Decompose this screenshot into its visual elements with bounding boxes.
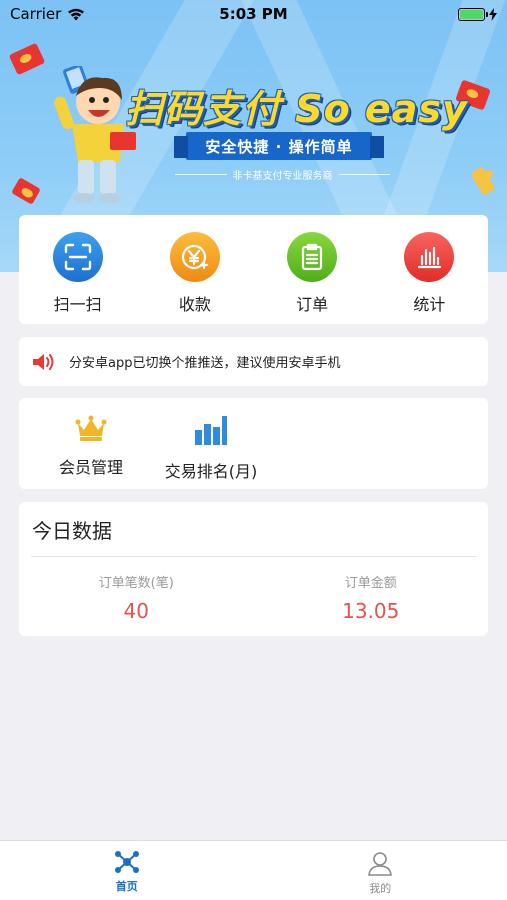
today-title: 今日数据 (32, 518, 112, 543)
action-scan-label: 扫一扫 (53, 295, 102, 314)
stat-order-amount: 订单金额 13.05 (254, 572, 489, 623)
person-icon (368, 852, 393, 876)
today-stats: 订单笔数(笔) 40 订单金额 13.05 (19, 557, 488, 623)
crown-icon (75, 415, 107, 441)
tab-bar: 首页 我的 (0, 840, 507, 900)
notice-card[interactable]: 分安卓app已切换个推推送，建议使用安卓手机 (19, 337, 488, 386)
tab-home[interactable]: 首页 (0, 841, 254, 900)
red-envelope-icon (8, 42, 46, 76)
notice-text: 分安卓app已切换个推推送，建议使用安卓手机 (69, 356, 341, 371)
order-amount-label: 订单金额 (344, 576, 397, 591)
action-orders[interactable]: 订单 (254, 215, 371, 324)
banner-title: 扫码支付 So easy (125, 87, 468, 131)
order-amount-value: 13.05 (342, 599, 400, 623)
banner-subtitle-row: 非卡基支付专业服务商 (175, 166, 390, 182)
banner-subtitle: 非卡基支付专业服务商 (232, 170, 333, 182)
red-envelope-icon (470, 166, 496, 196)
yuan-coin-icon (169, 232, 220, 282)
action-collect-payment[interactable]: 收款 (136, 215, 253, 324)
action-statistics-label: 统计 (413, 295, 446, 314)
tool-transaction-ranking[interactable]: 交易排名(月) (151, 398, 271, 489)
charging-bolt-icon (489, 7, 497, 21)
clipboard-icon (287, 232, 338, 282)
red-envelope-icon (11, 177, 41, 205)
order-count-label: 订单笔数(笔) (98, 576, 174, 591)
today-data-card: 今日数据 订单笔数(笔) 40 订单金额 13.05 (19, 502, 488, 636)
status-left: Carrier (10, 5, 85, 23)
banner-ribbon: 安全快捷 · 操作简单 (174, 132, 384, 160)
tool-member-management[interactable]: 会员管理 (31, 398, 151, 489)
home-network-icon (114, 851, 139, 873)
status-bar: Carrier 5:03 PM (0, 0, 507, 28)
action-orders-label: 订单 (296, 295, 329, 314)
tab-mine-label: 我的 (369, 882, 392, 895)
action-scan[interactable]: 扫一扫 (19, 215, 136, 324)
status-right (458, 7, 497, 21)
tools-card: 会员管理 交易排名(月) (19, 398, 488, 489)
divider-line (175, 173, 227, 175)
order-count-value: 40 (123, 599, 149, 623)
tool-member-label: 会员管理 (58, 458, 123, 477)
tool-ranking-label: 交易排名(月) (164, 462, 258, 481)
action-collect-label: 收款 (178, 295, 211, 314)
wifi-icon (68, 8, 85, 20)
carrier-label: Carrier (10, 5, 62, 23)
divider-line (338, 173, 390, 175)
tab-mine[interactable]: 我的 (254, 841, 507, 900)
action-statistics[interactable]: 统计 (371, 215, 488, 324)
scan-icon (52, 232, 103, 282)
bar-stats-icon (404, 232, 455, 282)
speaker-icon (33, 353, 54, 370)
quick-actions-card: 扫一扫 收款 订单 统计 (19, 215, 488, 324)
battery-icon (458, 7, 488, 21)
stat-order-count: 订单笔数(笔) 40 (19, 572, 254, 623)
bar-chart-icon (195, 416, 227, 445)
tab-home-label: 首页 (115, 880, 138, 893)
